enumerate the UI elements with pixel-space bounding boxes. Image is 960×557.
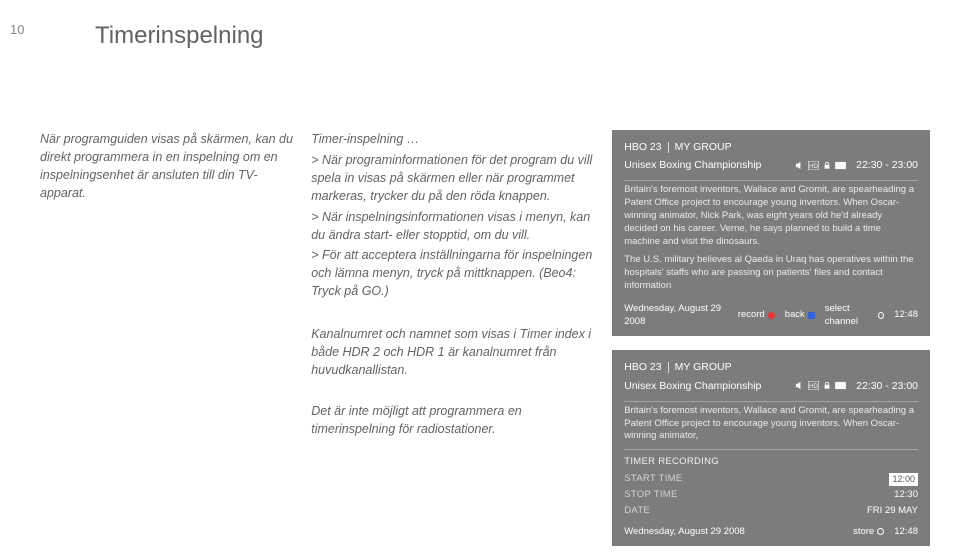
clock-time: 12:48 (894, 309, 918, 322)
timer-recording-heading: TIMER RECORDING (624, 456, 918, 469)
epg-panel-info: HBO 23 MY GROUP Unisex Boxing Championsh… (612, 130, 930, 336)
record-button[interactable]: record (738, 309, 775, 322)
record-icon (768, 312, 775, 319)
svg-text:HD: HD (809, 383, 819, 390)
start-time-value[interactable]: 12:00 (889, 473, 918, 486)
divider (668, 142, 669, 153)
start-time-label: START TIME (624, 473, 682, 486)
channel-label: HBO 23 (624, 360, 661, 374)
middle-column: Timer-inspelning … > När programinformat… (311, 130, 594, 546)
epg-panel-timer: HBO 23 MY GROUP Unisex Boxing Championsh… (612, 350, 930, 546)
channel-label: HBO 23 (624, 140, 661, 154)
store-button[interactable]: store (853, 526, 884, 539)
hd-icon: HD (808, 381, 819, 390)
bullet-3: > För att acceptera inställningarna för … (311, 246, 594, 300)
program-description-1: Britain's foremost inventors, Wallace an… (624, 184, 918, 248)
speaker-icon (795, 161, 804, 170)
timer-heading: Timer-inspelning … (311, 130, 594, 148)
date-label: DATE (624, 505, 650, 518)
select-icon (878, 312, 884, 319)
store-icon (877, 528, 884, 535)
right-column: HBO 23 MY GROUP Unisex Boxing Championsh… (612, 130, 930, 546)
group-label: MY GROUP (675, 360, 732, 374)
back-button[interactable]: back (785, 309, 815, 322)
lock-icon (823, 161, 831, 170)
show-title: Unisex Boxing Championship (624, 158, 761, 172)
screen-icon (835, 381, 846, 390)
lock-icon (823, 381, 831, 390)
stop-time-value[interactable]: 12:30 (894, 489, 918, 502)
speaker-icon (795, 381, 804, 390)
stop-time-label: STOP TIME (624, 489, 677, 502)
clock-time: 12:48 (894, 526, 918, 539)
time-range: 22:30 - 23:00 (856, 379, 918, 393)
select-channel-button[interactable]: select channel (825, 303, 884, 329)
screen-icon (835, 161, 846, 170)
panel-date: Wednesday, August 29 2008 (624, 526, 745, 539)
divider (668, 362, 669, 373)
group-label: MY GROUP (675, 140, 732, 154)
intro-paragraph: När programguiden visas på skärmen, kan … (40, 130, 293, 203)
note-radio: Det är inte möjligt att programmera en t… (311, 402, 594, 438)
time-range: 22:30 - 23:00 (856, 158, 918, 172)
date-value[interactable]: FRI 29 MAY (867, 505, 918, 518)
program-description-1: Britain's foremost inventors, Wallace an… (624, 405, 918, 443)
show-title: Unisex Boxing Championship (624, 379, 761, 393)
page-number: 10 (10, 22, 24, 37)
left-column: När programguiden visas på skärmen, kan … (40, 130, 293, 546)
back-icon (808, 312, 815, 319)
bullet-1: > När programinformationen för det progr… (311, 151, 594, 205)
panel-date: Wednesday, August 29 2008 (624, 303, 738, 329)
svg-text:HD: HD (809, 163, 819, 170)
page-title: Timerinspelning (95, 22, 930, 50)
note-channel-number: Kanalnumret och namnet som visas i Timer… (311, 325, 594, 379)
bullet-2: > När inspelningsinformationen visas i m… (311, 208, 594, 244)
hd-icon: HD (808, 161, 819, 170)
timer-recording-block: TIMER RECORDING START TIME 12:00 STOP TI… (624, 449, 918, 517)
program-description-2: The U.S. military believes al Qaeda in U… (624, 254, 918, 292)
